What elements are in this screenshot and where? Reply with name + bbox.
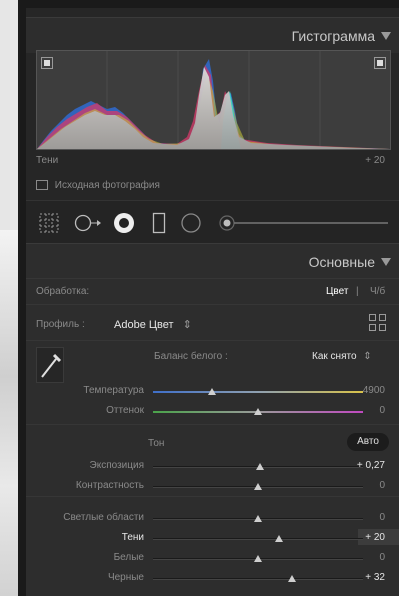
- tint-value[interactable]: 0: [379, 405, 385, 416]
- wb-select[interactable]: Как снято ⇕: [312, 351, 372, 362]
- tone-label: Тон: [148, 438, 165, 449]
- shadows-track[interactable]: [153, 538, 363, 540]
- highlights-value[interactable]: 0: [379, 512, 385, 523]
- updown-icon: ⇕: [363, 351, 372, 362]
- treatment-row: Обработка: Цвет | Ч/б: [26, 278, 399, 304]
- radial-filter-icon[interactable]: [180, 212, 202, 234]
- wb-label: Баланс белого :: [154, 351, 228, 362]
- histogram-title: Гистограмма: [291, 28, 375, 44]
- highlights-thumb[interactable]: [254, 515, 262, 522]
- red-eye-icon[interactable]: [112, 211, 136, 235]
- contrast-value[interactable]: 0: [379, 480, 385, 491]
- whites-value[interactable]: 0: [379, 552, 385, 563]
- basic-header[interactable]: Основные: [26, 243, 399, 279]
- crop-overlay-icon[interactable]: [38, 212, 60, 234]
- auto-button[interactable]: Авто: [347, 433, 389, 451]
- shadow-clipping-icon[interactable]: [41, 57, 53, 69]
- background-photo-blur: [0, 230, 18, 596]
- updown-icon: ⇕: [182, 319, 192, 331]
- histogram-info-label: Тени: [36, 155, 59, 166]
- treatment-separator: |: [356, 286, 359, 297]
- collapse-triangle-icon[interactable]: [381, 32, 391, 40]
- histogram-info-value: + 20: [365, 155, 385, 166]
- treatment-color-option[interactable]: Цвет: [326, 286, 348, 297]
- highlight-clipping-icon[interactable]: [374, 57, 386, 69]
- tint-thumb[interactable]: [254, 408, 262, 415]
- histogram-header[interactable]: Гистограмма: [26, 17, 399, 53]
- develop-right-panel: Гистограмма Тени + 20 Исходная фотографи…: [18, 0, 399, 596]
- temp-track[interactable]: [153, 391, 363, 393]
- contrast-thumb[interactable]: [254, 483, 262, 490]
- profile-row: Профиль : Adobe Цвет ⇕: [26, 304, 399, 340]
- tool-strip: [26, 200, 399, 244]
- panel-top-strip: [26, 0, 399, 8]
- temp-value[interactable]: 4900: [363, 385, 385, 396]
- original-photo-toggle[interactable]: Исходная фотография: [36, 180, 160, 191]
- graduated-filter-icon[interactable]: [152, 212, 166, 234]
- spot-removal-icon[interactable]: [74, 213, 102, 233]
- profile-browser-icon[interactable]: [369, 314, 387, 332]
- blacks-label: Черные: [107, 572, 144, 583]
- shadows-thumb[interactable]: [275, 535, 283, 542]
- temp-thumb[interactable]: [207, 388, 216, 395]
- treatment-label: Обработка:: [36, 286, 90, 297]
- highlights-label: Светлые области: [63, 512, 144, 523]
- white-balance-section: Баланс белого : Как снято ⇕ Температура …: [26, 340, 399, 424]
- treatment-bw-option[interactable]: Ч/б: [370, 286, 385, 297]
- profile-value: Adobe Цвет: [114, 319, 174, 331]
- blacks-track[interactable]: [153, 578, 363, 580]
- histogram[interactable]: [36, 50, 391, 150]
- whites-label: Белые: [113, 552, 144, 563]
- checkbox-icon[interactable]: [36, 180, 48, 191]
- tone-regions-section: Светлые области 0 Тени + 20 Белые 0 Черн…: [26, 496, 399, 596]
- profile-select[interactable]: Adobe Цвет ⇕: [114, 318, 192, 331]
- original-photo-label: Исходная фотография: [54, 180, 160, 191]
- contrast-label: Контрастность: [75, 480, 144, 491]
- exposure-label: Экспозиция: [89, 460, 144, 471]
- brush-size-slider[interactable]: [218, 214, 390, 232]
- blacks-thumb[interactable]: [287, 575, 296, 582]
- blacks-value[interactable]: + 32: [365, 572, 385, 583]
- tint-label: Оттенок: [106, 405, 144, 416]
- eyedropper-icon[interactable]: [36, 347, 64, 383]
- histogram-graph: [37, 51, 390, 149]
- basic-title: Основные: [308, 254, 375, 270]
- shadows-value[interactable]: + 20: [365, 532, 385, 543]
- temp-label: Температура: [83, 385, 144, 396]
- exposure-thumb[interactable]: [256, 463, 265, 470]
- shadows-label: Тени: [121, 532, 144, 543]
- whites-thumb[interactable]: [254, 555, 262, 562]
- profile-label: Профиль :: [36, 319, 85, 330]
- wb-value: Как снято: [312, 351, 357, 362]
- collapse-triangle-icon[interactable]: [381, 258, 391, 266]
- tone-section: Тон Авто Экспозиция + 0,27 Контрастность…: [26, 424, 399, 496]
- exposure-value[interactable]: + 0,27: [357, 460, 385, 471]
